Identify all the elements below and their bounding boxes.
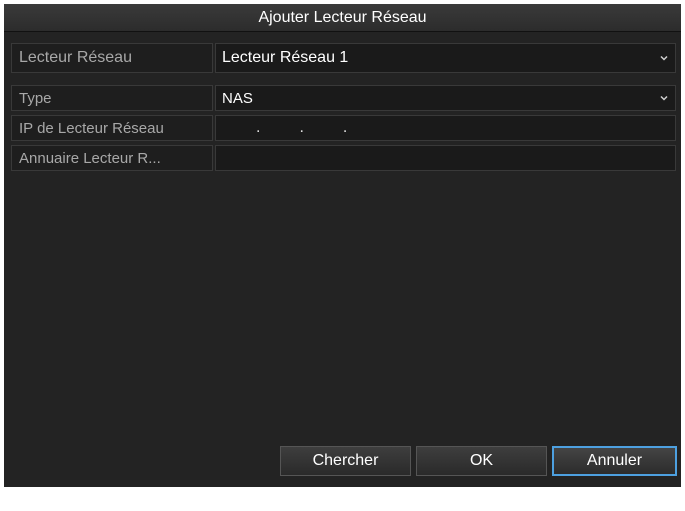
ip-separator: . [256,119,261,136]
dialog-title: Ajouter Lecteur Réseau [4,4,681,32]
type-label: Type [11,85,213,111]
type-row: Type NAS [11,85,676,111]
drive-row: Lecteur Réseau Lecteur Réseau 1 [11,43,676,73]
directory-label: Annuaire Lecteur R... [11,145,213,171]
drive-select[interactable]: Lecteur Réseau 1 [215,43,676,73]
drive-label: Lecteur Réseau [11,43,213,73]
ip-separator: . [299,119,304,136]
ip-address-field[interactable]: . . . [215,115,676,141]
add-network-drive-dialog: Ajouter Lecteur Réseau Lecteur Réseau Le… [4,4,681,487]
directory-row: Annuaire Lecteur R... [11,145,676,171]
search-button[interactable]: Chercher [280,446,411,476]
ip-segments: . . . [222,119,347,137]
type-select-value: NAS [222,89,253,107]
directory-input[interactable] [215,145,676,171]
ip-separator: . [342,119,348,136]
chevron-down-icon [660,55,668,61]
ip-row: IP de Lecteur Réseau . . . [11,115,676,141]
ip-label: IP de Lecteur Réseau [11,115,213,141]
cancel-button[interactable]: Annuler [552,446,677,476]
drive-select-value: Lecteur Réseau 1 [222,49,349,66]
ok-button[interactable]: OK [416,446,547,476]
chevron-down-icon [660,95,668,101]
type-select[interactable]: NAS [215,85,676,111]
